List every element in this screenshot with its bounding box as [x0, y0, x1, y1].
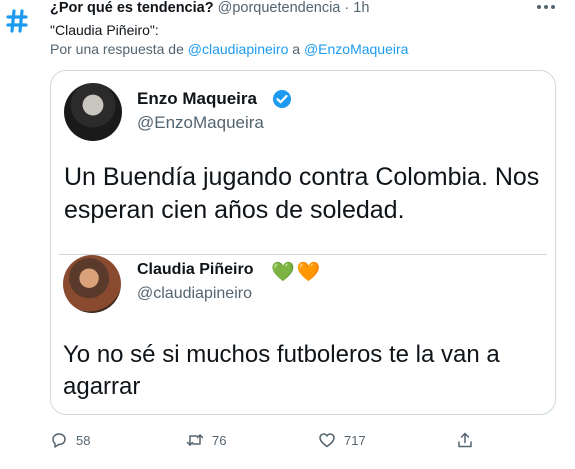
reply-tweet-text: Yo no sé si muchos futboleros te la van …	[63, 341, 500, 400]
verified-badge-icon	[273, 90, 291, 108]
separator-dot: ·	[344, 0, 350, 16]
heart-emojis: 💚🧡	[271, 260, 322, 284]
reply-context: Por una respuesta de @claudiapineiro a @…	[50, 41, 408, 57]
quoted-tweet-card[interactable]: Enzo Maqueira @EnzoMaqueira Un Buendía j…	[50, 70, 556, 415]
account-handle[interactable]: @porquetendencia	[218, 0, 341, 16]
quoted-tweet-text: Un Buendía jugando contra Colombia. Nos …	[64, 163, 540, 224]
reply-target-link[interactable]: @EnzoMaqueira	[304, 41, 409, 57]
reply-icon	[52, 433, 66, 448]
like-heart-icon	[319, 433, 335, 448]
share-button[interactable]	[456, 431, 474, 449]
trend-headline: "Claudia Piñeiro":	[50, 22, 159, 38]
tweet-time[interactable]: 1h	[353, 0, 369, 16]
avatar[interactable]	[64, 83, 122, 141]
quoted-author-name[interactable]: Enzo Maqueira	[137, 89, 257, 109]
reply-prefix: Por una respuesta de	[50, 41, 184, 57]
reply-connector: a	[292, 41, 301, 57]
quoted-author-handle[interactable]: @EnzoMaqueira	[137, 113, 264, 133]
orange-heart-icon: 🧡	[296, 262, 323, 283]
reply-author-name[interactable]: Claudia Piñeiro	[137, 261, 253, 279]
account-name[interactable]: ¿Por qué es tendencia?	[50, 0, 214, 16]
green-heart-icon: 💚	[271, 262, 297, 283]
share-icon	[458, 432, 472, 448]
reply-count: 58	[76, 432, 91, 448]
reply-button[interactable]: 58	[50, 431, 90, 449]
retweet-icon	[186, 434, 204, 446]
hashtag-icon	[6, 9, 28, 33]
reply-author-handle[interactable]: @claudiapineiro	[137, 285, 252, 303]
trend-header: ¿Por qué es tendencia? @porquetendencia …	[50, 0, 369, 16]
like-button[interactable]: 717	[318, 431, 366, 449]
like-count: 717	[344, 432, 366, 448]
more-options-icon[interactable]	[535, 1, 557, 13]
avatar[interactable]	[63, 255, 121, 313]
tweet-actions: 58 76 717	[50, 431, 510, 451]
retweet-button[interactable]: 76	[186, 431, 226, 449]
reply-tweet[interactable]: Claudia Piñeiro 💚🧡 @claudiapineiro Yo no…	[59, 254, 547, 400]
retweet-count: 76	[212, 432, 227, 448]
reply-user-link[interactable]: @claudiapineiro	[188, 41, 289, 57]
